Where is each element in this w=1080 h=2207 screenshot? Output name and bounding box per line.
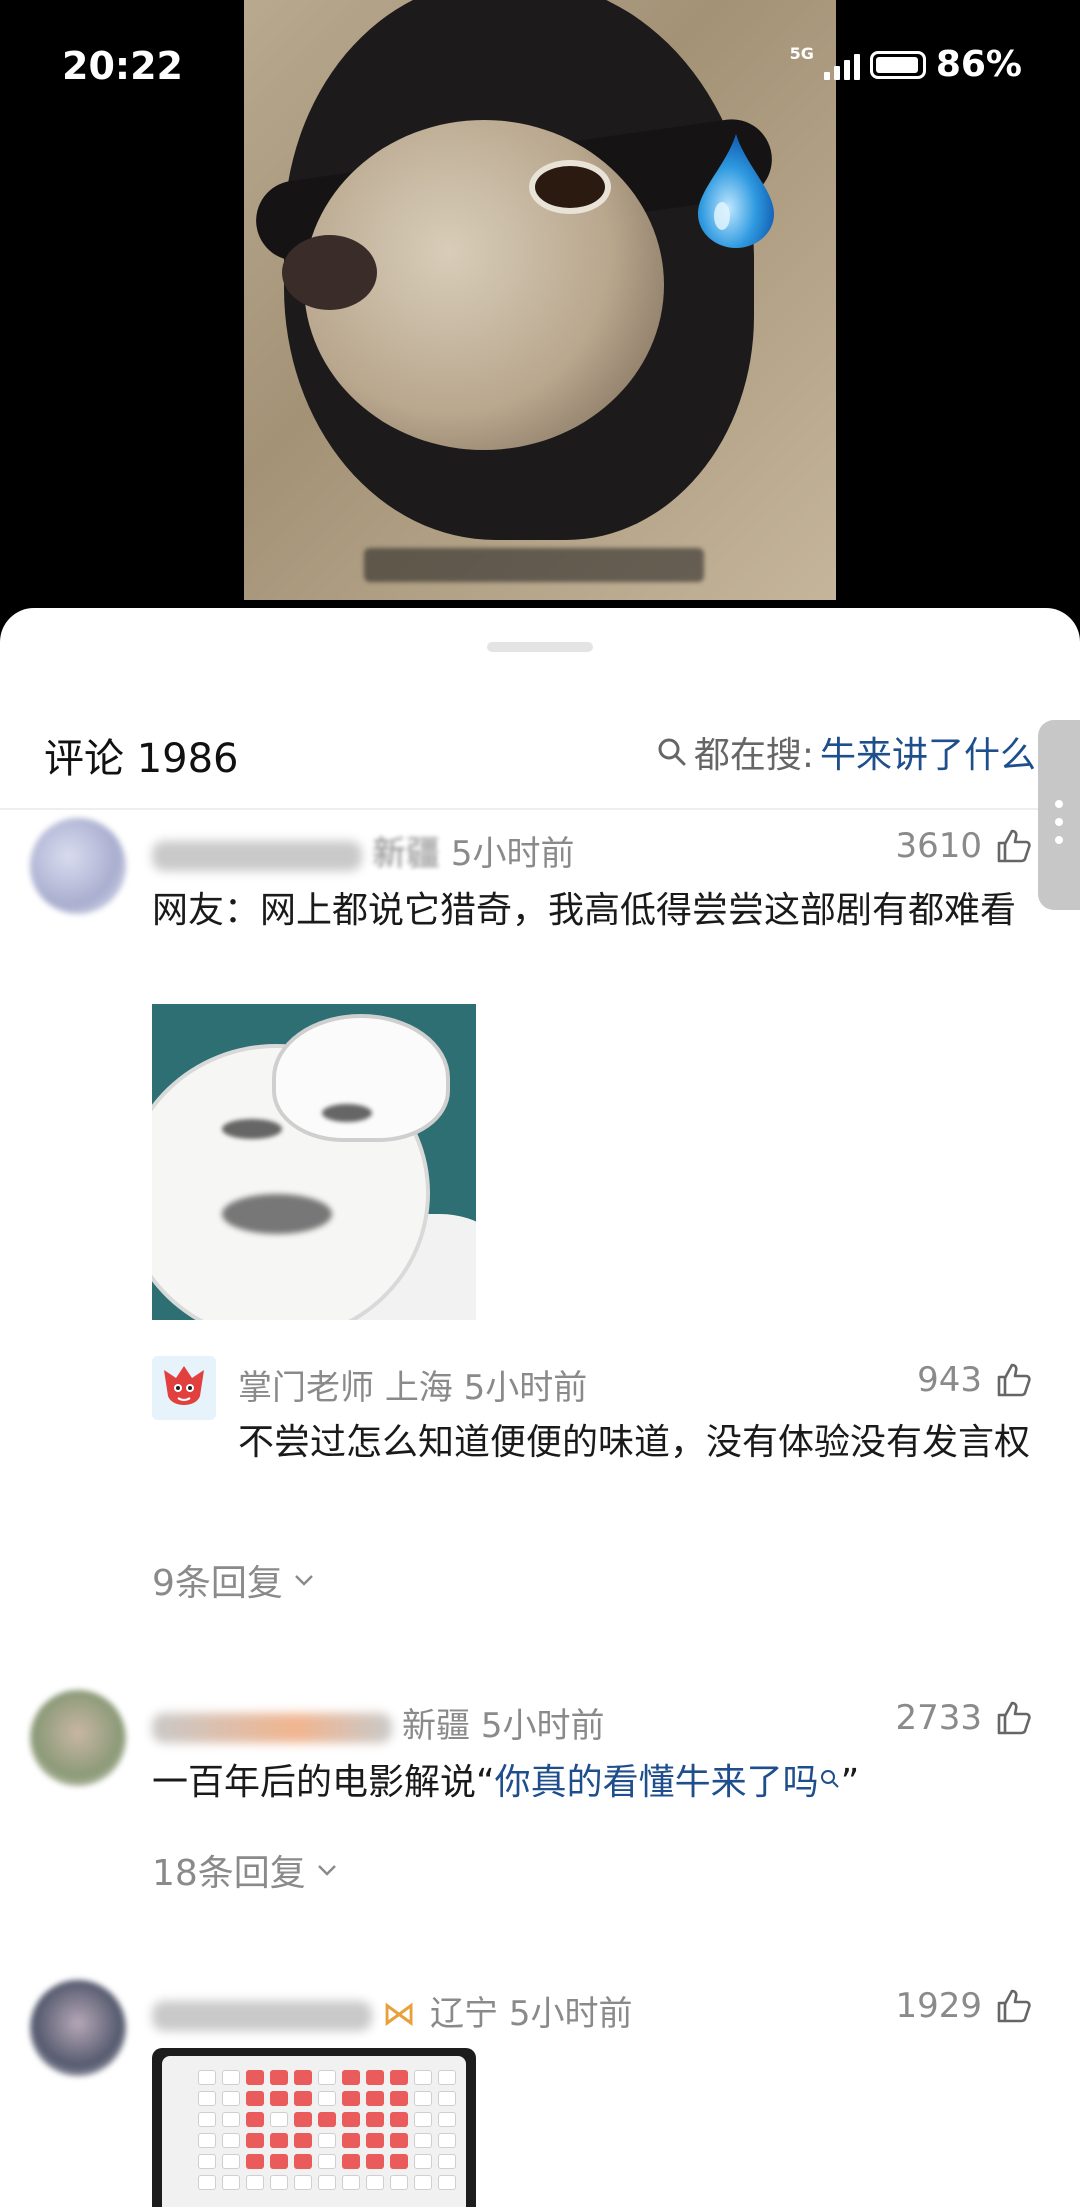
comment-text-plain: 一百年后的电影解说“ <box>152 1762 495 1803</box>
comment-time: 5小时前 <box>508 1994 633 2034</box>
badge-icon: ⋈ <box>382 1994 416 2034</box>
comment-time: 5小时前 <box>450 834 575 874</box>
reply-avatar[interactable] <box>152 1356 216 1420</box>
thumbs-up-icon <box>997 1701 1031 1735</box>
comment-location: 新疆 <box>402 1706 470 1746</box>
like-count: 1929 <box>895 1986 982 2026</box>
comment-image[interactable] <box>152 2048 476 2207</box>
comments-title: 评论 1986 <box>44 736 239 782</box>
video-frame <box>244 0 836 600</box>
mascot-icon <box>152 1356 216 1420</box>
reply-like-count: 943 <box>917 1360 982 1400</box>
video-player[interactable]: 20:22 5G 86% <box>0 0 1080 640</box>
comment-sheet: 评论 1986 都在搜: 牛来讲了什么 新疆 5小时前 3610 网友：网上都说… <box>0 608 1080 2207</box>
reply-time: 5小时前 <box>463 1368 588 1408</box>
hot-search-prefix: 都在搜: <box>693 735 814 776</box>
blurred-username[interactable] <box>152 2000 372 2031</box>
reply-username[interactable]: 掌门老师 <box>238 1368 374 1408</box>
thumbs-up-icon <box>997 1363 1031 1397</box>
seat-map <box>198 2070 456 2190</box>
like-button[interactable]: 1929 <box>895 1986 1034 2026</box>
thumbs-up-icon <box>997 829 1031 863</box>
search-link[interactable]: 你真的看懂牛来了吗 <box>495 1762 819 1803</box>
like-button[interactable]: 3610 <box>895 826 1034 866</box>
network-label: 5G <box>789 44 814 63</box>
sheet-grab-handle[interactable] <box>487 642 593 652</box>
side-drawer-tab[interactable] <box>1038 720 1080 910</box>
chevron-down-icon <box>295 1575 313 1586</box>
comment-text-close: ” <box>840 1762 860 1803</box>
status-indicators: 5G 86% <box>790 44 1022 85</box>
search-icon <box>658 738 686 766</box>
dog-eye <box>529 160 611 214</box>
replies-label: 18条回复 <box>152 1853 306 1894</box>
thumbs-up-icon <box>997 1989 1031 2023</box>
view-replies-button[interactable]: 18条回复 <box>152 1844 340 1896</box>
comment-meta: 新疆 5小时前 <box>152 1698 604 1747</box>
reply-text: 不尝过怎么知道便便的味道，没有体验没有发言权 <box>238 1422 1031 1463</box>
view-replies-button[interactable]: 9条回复 <box>152 1554 317 1606</box>
reply-like-button[interactable]: 943 <box>917 1360 1034 1400</box>
blurred-username[interactable] <box>152 1712 392 1743</box>
hot-search-link[interactable]: 都在搜: 牛来讲了什么 <box>656 726 1036 778</box>
comment-location: 辽宁 <box>430 1994 498 2034</box>
signal-icon <box>823 50 860 80</box>
like-button[interactable]: 2733 <box>895 1698 1034 1738</box>
comment-image[interactable] <box>152 1004 476 1320</box>
reply-location: 上海 <box>384 1368 453 1408</box>
reply-meta: 掌门老师 上海 5小时前 <box>238 1360 587 1409</box>
comment-text: 网友：网上都说它猎奇，我高低得尝尝这部剧有都难看 <box>152 890 1017 931</box>
avatar[interactable] <box>30 818 126 914</box>
blurred-username[interactable] <box>152 840 362 871</box>
comment-location: 新疆 <box>372 834 440 874</box>
comments-header: 评论 1986 都在搜: 牛来讲了什么 <box>0 698 1080 810</box>
avatar[interactable] <box>30 1690 126 1786</box>
comment-text: 一百年后的电影解说“你真的看懂牛来了吗 ” <box>152 1756 1042 1810</box>
dog-nose <box>282 235 377 310</box>
battery-icon <box>869 50 926 79</box>
avatar[interactable] <box>30 1980 126 2076</box>
comment-meta: ⋈ 辽宁 5小时前 <box>152 1986 632 2035</box>
search-icon <box>820 1770 839 1788</box>
comment-meta: 新疆 5小时前 <box>152 826 574 875</box>
hot-search-term: 牛来讲了什么 <box>819 735 1036 776</box>
blurred-caption <box>364 548 704 582</box>
replies-label: 9条回复 <box>152 1563 283 1604</box>
like-count: 3610 <box>895 826 982 866</box>
water-drop-icon <box>698 134 774 248</box>
status-time: 20:22 <box>62 44 183 88</box>
battery-percent: 86% <box>935 44 1022 85</box>
comment-time: 5小时前 <box>480 1706 605 1746</box>
like-count: 2733 <box>895 1698 982 1738</box>
chevron-down-icon <box>317 1865 336 1876</box>
